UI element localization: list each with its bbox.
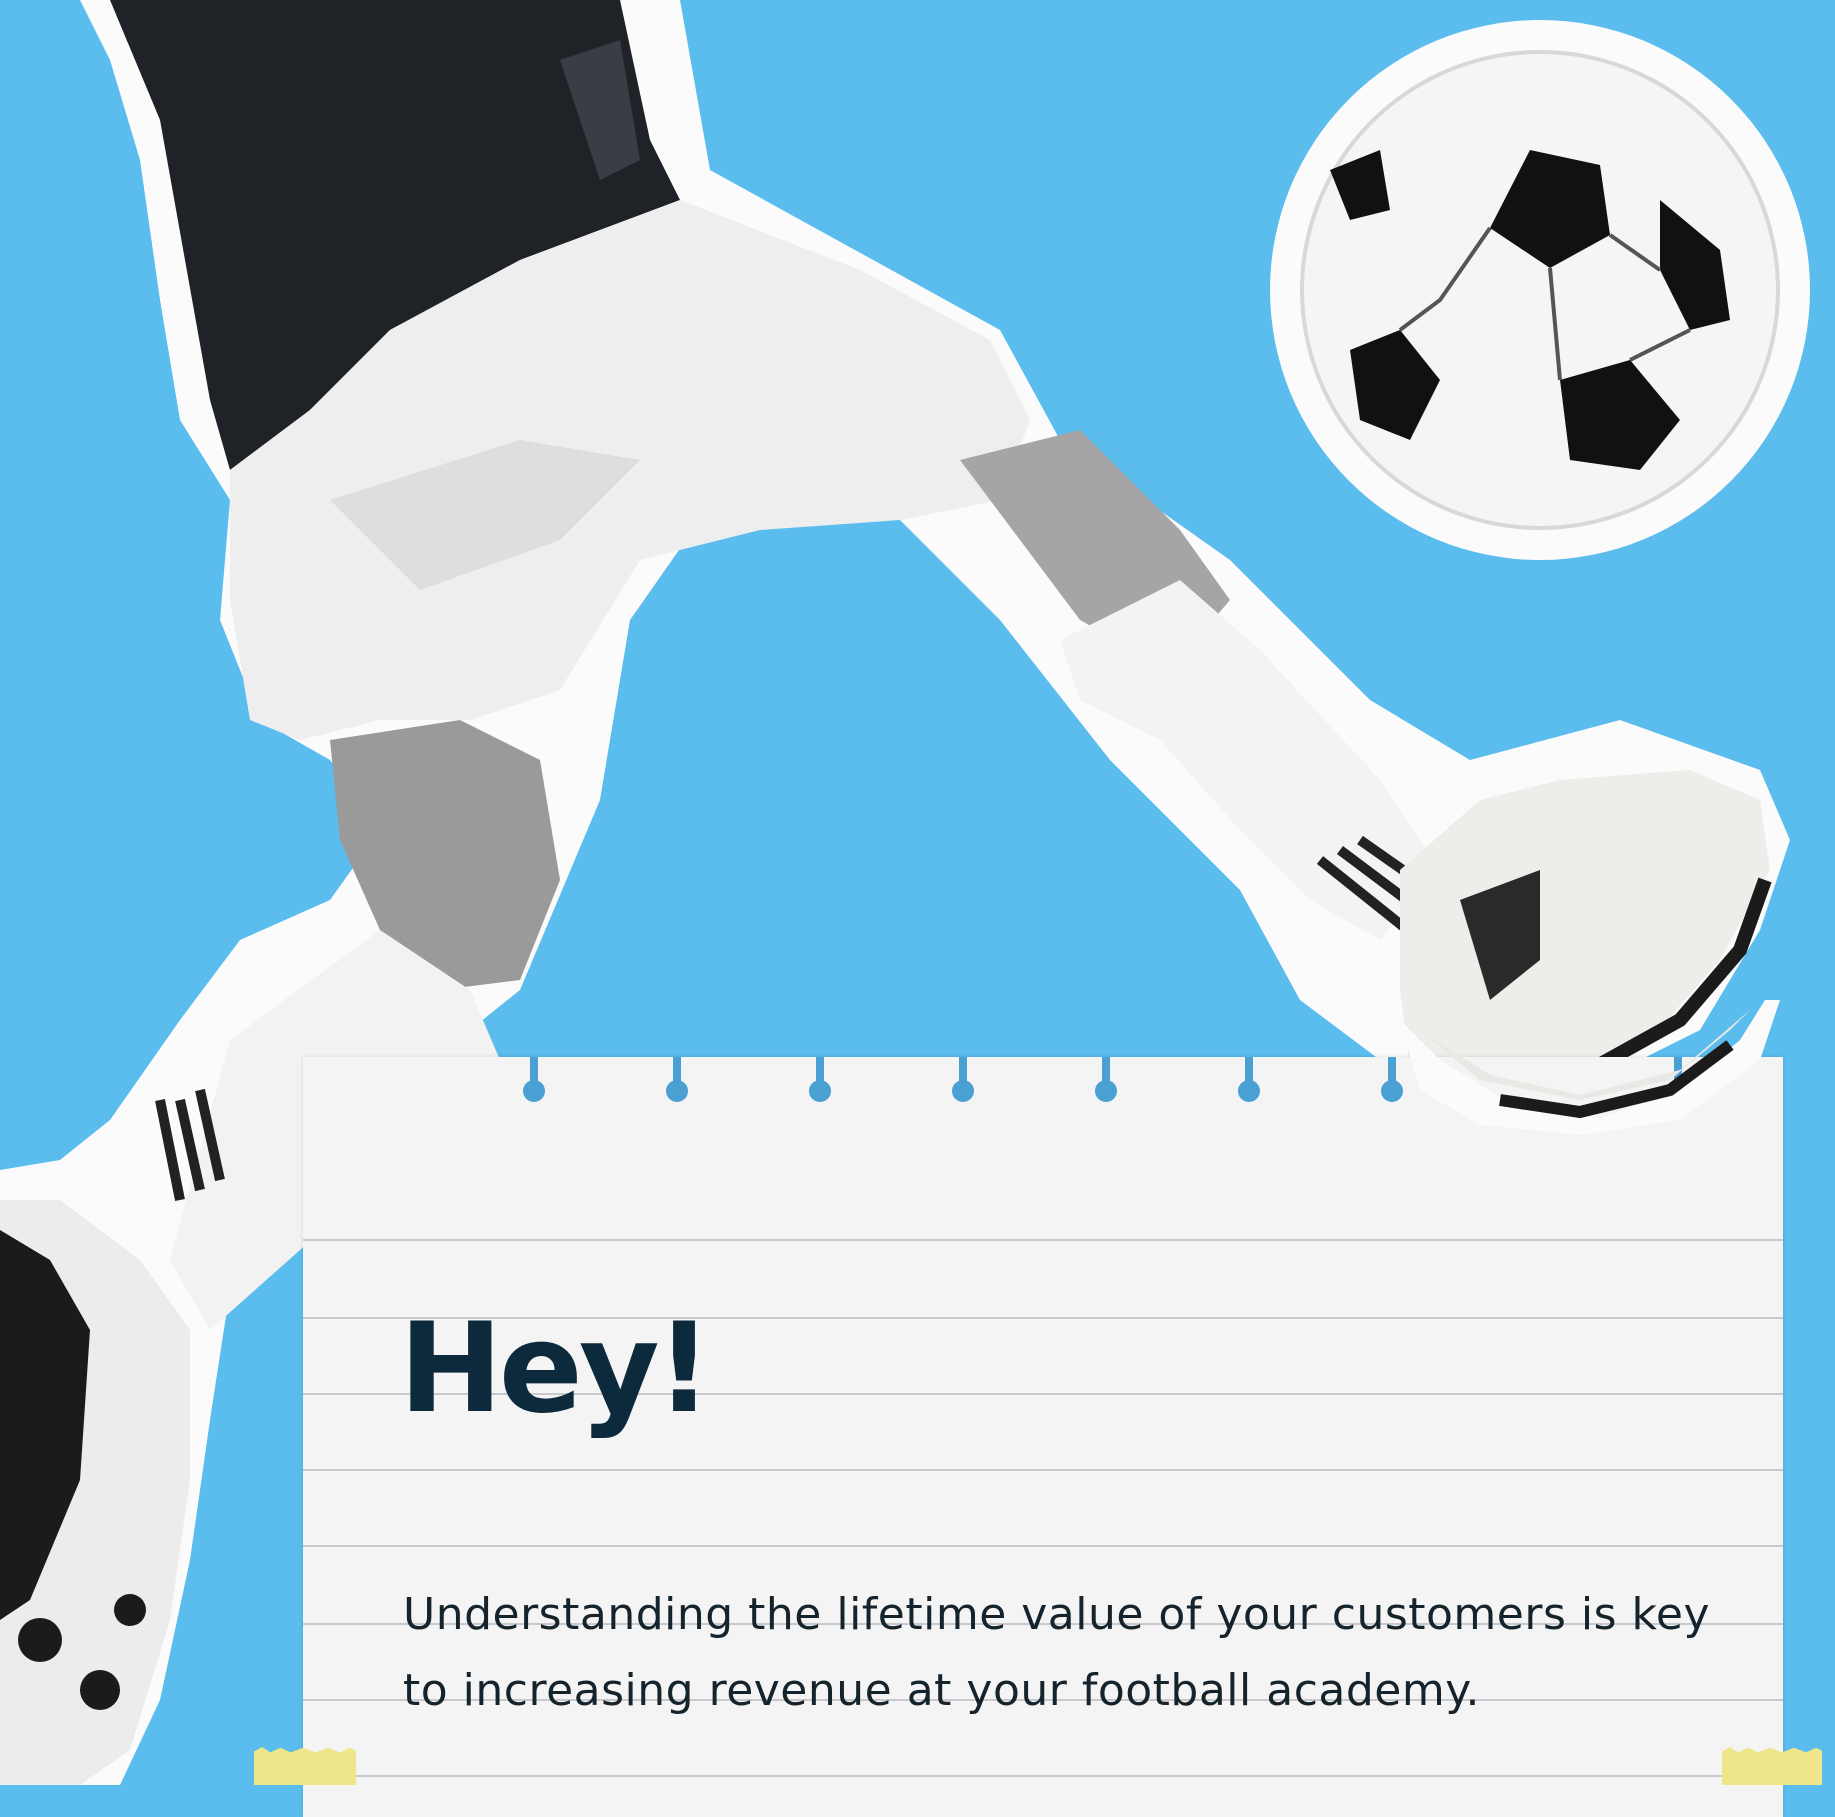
binder-hole-icon [809, 1057, 831, 1107]
binder-hole-icon [1238, 1057, 1260, 1107]
binder-hole-icon [523, 1057, 545, 1107]
note-heading: Hey! [399, 1297, 712, 1441]
binder-hole-icon [1095, 1057, 1117, 1107]
notepad-card: Hey! Understanding the lifetime value of… [303, 1057, 1783, 1817]
binder-hole-icon [666, 1057, 688, 1107]
note-body-text: Understanding the lifetime value of your… [403, 1589, 1711, 1716]
tape-strip-right [1722, 1747, 1822, 1785]
tape-strip-left [254, 1747, 356, 1785]
binder-hole-icon [952, 1057, 974, 1107]
shoe-overlap [1400, 1000, 1780, 1135]
